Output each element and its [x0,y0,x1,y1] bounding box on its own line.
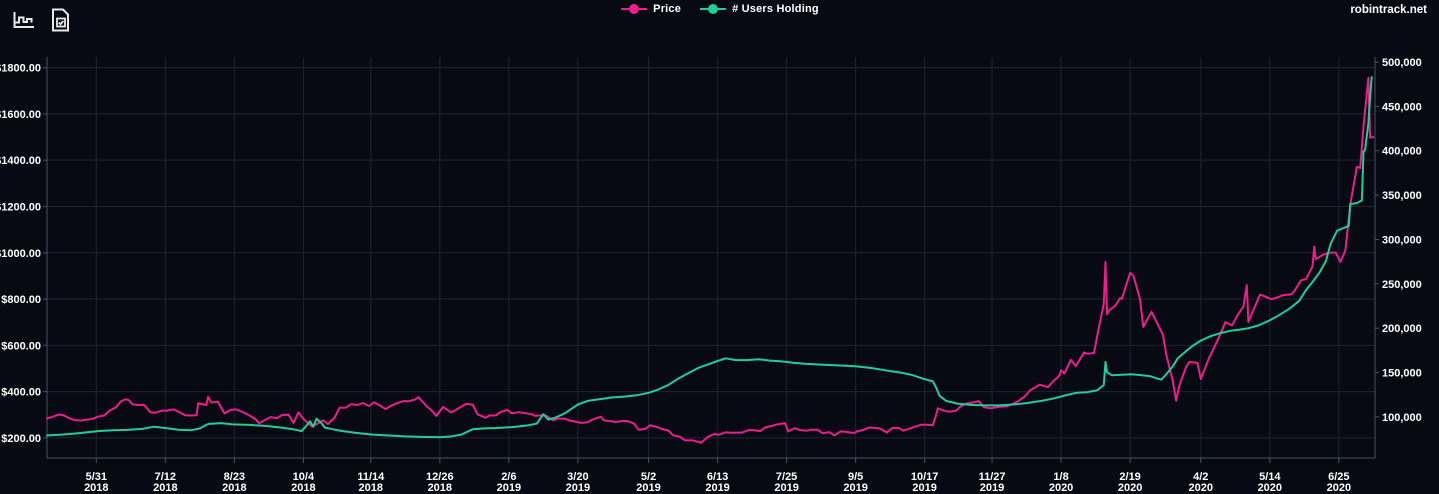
svg-text:250,000: 250,000 [1382,279,1422,291]
svg-text:2019: 2019 [774,482,798,494]
site-name: robintrack.net [1350,4,1427,16]
svg-text:500,000: 500,000 [1382,57,1422,69]
svg-text:2018: 2018 [84,482,108,494]
svg-text:2019: 2019 [497,482,521,494]
axis-lines [43,57,1379,463]
svg-text:200,000: 200,000 [1382,323,1422,335]
svg-text:$200.00: $200.00 [1,433,41,445]
svg-text:450,000: 450,000 [1382,101,1422,113]
price-legend-marker [620,3,648,15]
y-axis-left-labels: $200.00 $400.00 $600.00 $800.00 $1000.00 $120… [0,63,41,445]
svg-text:2018: 2018 [291,482,315,494]
series-lines [47,77,1373,443]
y-axis-right-labels: 100,000 150,000 200,000 250,000 300,000 350,0… [1382,57,1422,424]
svg-text:150,000: 150,000 [1382,368,1422,380]
svg-text:$1800.00: $1800.00 [0,63,41,75]
legend-users-label: # Users Holding [732,3,819,15]
legend-price-label: Price [653,3,681,15]
svg-text:$1200.00: $1200.00 [0,201,41,213]
svg-text:$1600.00: $1600.00 [0,109,41,121]
svg-text:300,000: 300,000 [1382,234,1422,246]
svg-text:$1000.00: $1000.00 [0,248,41,260]
price-line [47,78,1373,443]
svg-text:2019: 2019 [843,482,867,494]
chart-canvas[interactable]: $200.00 $400.00 $600.00 $800.00 $1000.00 $120… [0,0,1439,494]
x-axis-labels: 5/3120187/1220188/23201810/4201811/14201… [84,471,1351,494]
svg-text:2020: 2020 [1118,482,1142,494]
svg-text:2020: 2020 [1189,482,1213,494]
svg-text:2019: 2019 [980,482,1004,494]
svg-text:2019: 2019 [566,482,590,494]
svg-text:2018: 2018 [359,482,383,494]
svg-text:$1400.00: $1400.00 [0,155,41,167]
svg-text:2018: 2018 [222,482,246,494]
svg-text:350,000: 350,000 [1382,190,1422,202]
top-toolbar: Price # Users Holding robintrack.net [0,0,1439,38]
svg-text:$600.00: $600.00 [1,340,41,352]
svg-text:2018: 2018 [428,482,452,494]
chart-legend: Price # Users Holding [0,1,1439,17]
users-legend-marker [699,3,727,15]
svg-text:2020: 2020 [1049,482,1073,494]
svg-text:$800.00: $800.00 [1,294,41,306]
robintrack-chart-page: $200.00 $400.00 $600.00 $800.00 $1000.00 $120… [0,0,1439,494]
svg-text:100,000: 100,000 [1382,412,1422,424]
svg-text:2019: 2019 [912,482,936,494]
svg-text:2018: 2018 [153,482,177,494]
svg-text:400,000: 400,000 [1382,146,1422,158]
legend-item-price[interactable]: Price [620,3,681,15]
svg-text:2019: 2019 [705,482,729,494]
svg-text:2020: 2020 [1327,482,1351,494]
svg-text:2019: 2019 [636,482,660,494]
svg-text:$400.00: $400.00 [1,387,41,399]
legend-item-users[interactable]: # Users Holding [699,3,819,15]
svg-text:2020: 2020 [1258,482,1282,494]
